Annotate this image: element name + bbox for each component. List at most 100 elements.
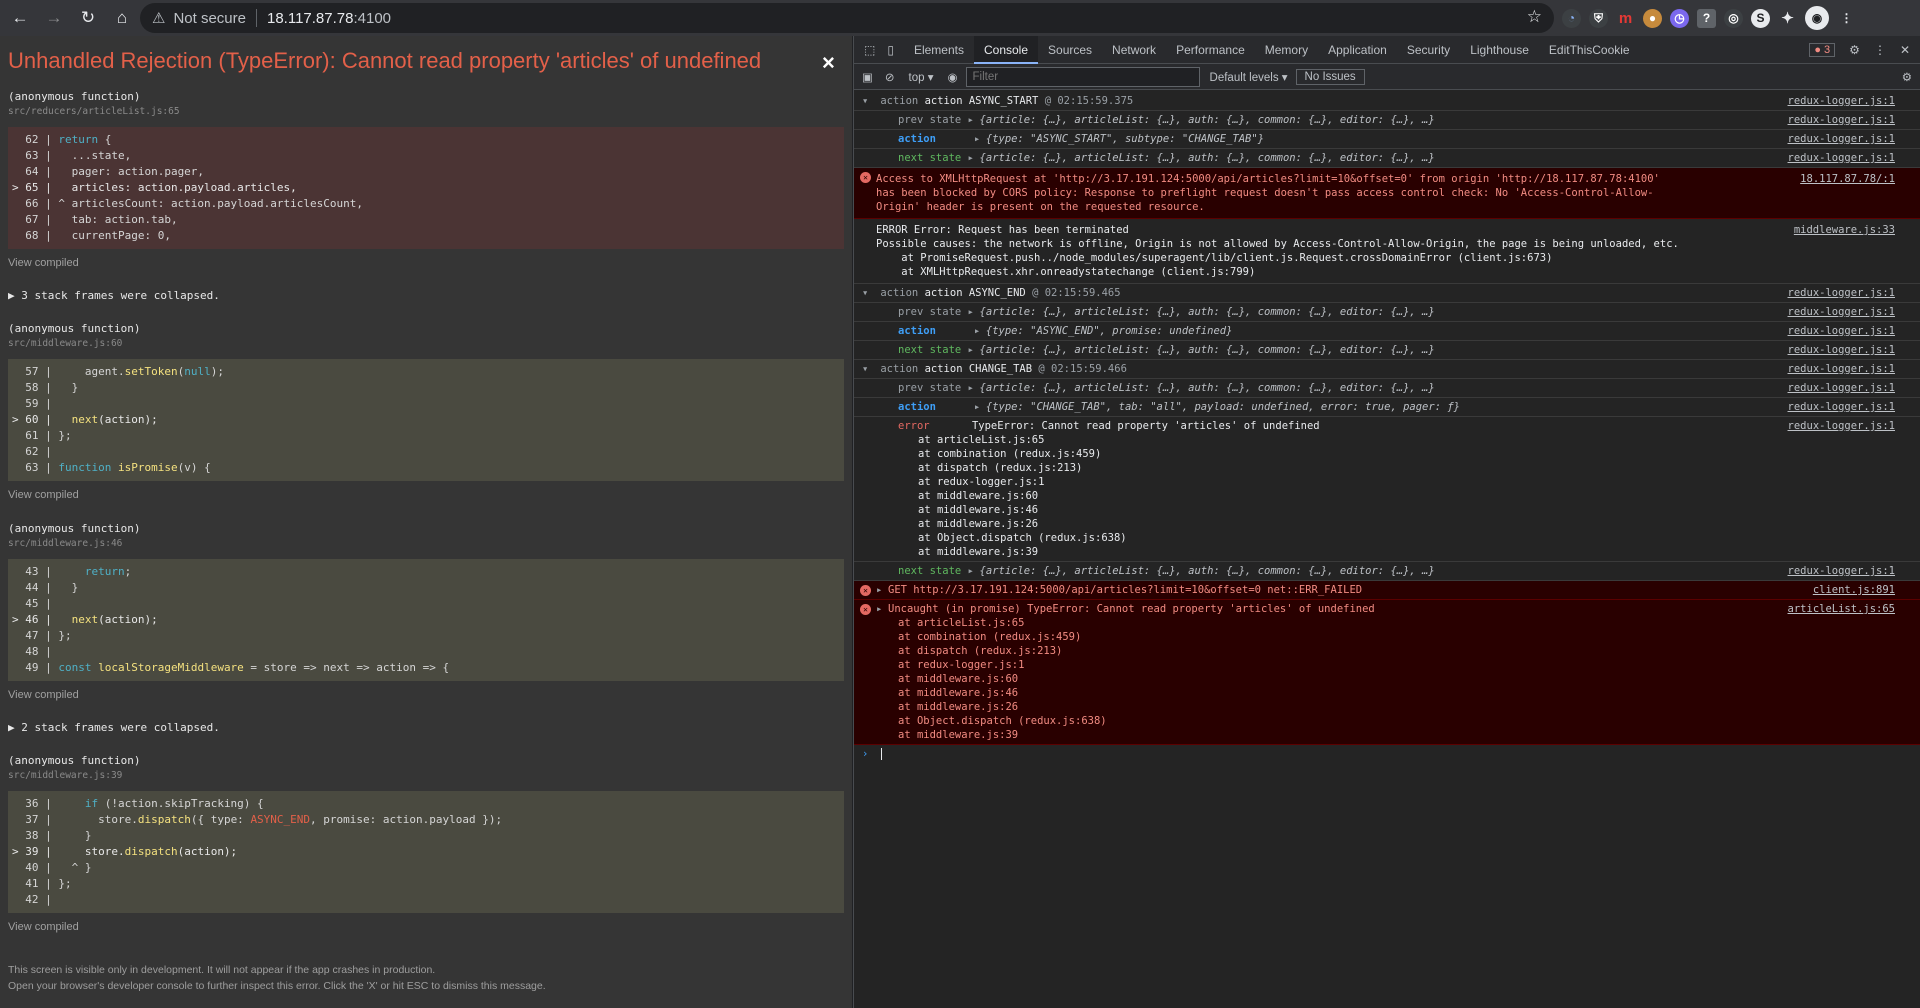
tab-editthiscookie[interactable]: EditThisCookie <box>1539 36 1640 64</box>
console-prompt[interactable]: › <box>854 745 1920 763</box>
object-preview[interactable]: {article: {…}, articleList: {…}, auth: {… <box>980 565 1435 577</box>
expand-triangle-icon[interactable]: ▸ <box>974 324 986 338</box>
stack-line[interactable]: at middleware.js:39 <box>898 728 1920 742</box>
stack-line[interactable]: at dispatch (redux.js:213) <box>898 644 1920 658</box>
stack-line[interactable]: at combination (redux.js:459) <box>918 447 1920 461</box>
frame-file[interactable]: src/reducers/articleList.js:65 <box>8 106 844 117</box>
stack-line[interactable]: at middleware.js:46 <box>918 503 1920 517</box>
collapsed-frames-toggle[interactable]: ▶ 2 stack frames were collapsed. <box>8 721 220 734</box>
source-link[interactable]: redux-logger.js:1 <box>1788 132 1895 146</box>
stack-line[interactable]: at middleware.js:46 <box>898 686 1920 700</box>
settings-icon[interactable]: ⚙ <box>1849 43 1860 57</box>
tab-console[interactable]: Console <box>973 35 1039 64</box>
extension-icon[interactable]: m <box>1616 9 1635 28</box>
source-link[interactable]: redux-logger.js:1 <box>1788 94 1895 108</box>
source-link[interactable]: redux-logger.js:1 <box>1788 343 1895 357</box>
tab-elements[interactable]: Elements <box>904 36 974 64</box>
source-link[interactable]: redux-logger.js:1 <box>1788 381 1895 395</box>
expand-triangle-icon[interactable]: ▸ <box>968 564 980 578</box>
expand-triangle-icon[interactable]: ▸ <box>876 583 888 597</box>
extension-icon[interactable]: ◷ <box>1670 8 1689 28</box>
tab-memory[interactable]: Memory <box>1255 36 1318 64</box>
source-link[interactable]: redux-logger.js:1 <box>1788 362 1895 376</box>
stack-line[interactable]: at redux-logger.js:1 <box>918 475 1920 489</box>
source-link[interactable]: redux-logger.js:1 <box>1788 419 1895 433</box>
error-count-badge[interactable]: ● 3 <box>1809 42 1836 57</box>
expand-triangle-icon[interactable]: ▸ <box>876 602 888 616</box>
view-compiled-link[interactable]: View compiled <box>8 257 844 269</box>
close-icon[interactable]: × <box>822 50 835 76</box>
sidebar-toggle-icon[interactable]: ▣ <box>862 70 873 84</box>
tab-security[interactable]: Security <box>1397 36 1460 64</box>
console-settings-icon[interactable]: ⚙ <box>1902 70 1912 84</box>
log-group-header[interactable]: ▾ action action ASYNC_END @ 02:15:59.465… <box>854 284 1920 303</box>
extension-icon[interactable]: S <box>1751 8 1770 28</box>
stack-line[interactable]: at redux-logger.js:1 <box>898 658 1920 672</box>
source-link[interactable]: redux-logger.js:1 <box>1788 564 1895 578</box>
filter-input[interactable] <box>965 66 1200 87</box>
expand-triangle-icon[interactable]: ▸ <box>968 381 980 395</box>
help-icon[interactable]: ? <box>1697 8 1716 28</box>
avatar[interactable]: ◉ <box>1805 6 1829 30</box>
device-toggle-icon[interactable]: ▯ <box>883 43 904 57</box>
more-icon[interactable]: ⋮ <box>1874 43 1886 57</box>
view-compiled-link[interactable]: View compiled <box>8 689 844 701</box>
stack-line[interactable]: at articleList.js:65 <box>898 616 1920 630</box>
stack-line[interactable]: at Object.dispatch (redux.js:638) <box>898 714 1920 728</box>
tab-application[interactable]: Application <box>1318 36 1397 64</box>
stack-line[interactable]: at dispatch (redux.js:213) <box>918 461 1920 475</box>
expand-triangle-icon[interactable]: ▸ <box>968 343 980 357</box>
source-link[interactable]: redux-logger.js:1 <box>1788 305 1895 319</box>
extension-icon[interactable]: ◔ <box>1562 8 1581 28</box>
levels-select[interactable]: Default levels ▾ <box>1210 70 1288 84</box>
home-icon[interactable]: ⌂ <box>108 4 136 32</box>
puzzle-icon[interactable]: ✦ <box>1778 9 1797 28</box>
source-link[interactable]: middleware.js:33 <box>1794 223 1895 237</box>
extension-icon[interactable]: ◎ <box>1724 8 1743 28</box>
source-link[interactable]: redux-logger.js:1 <box>1788 324 1895 338</box>
object-preview[interactable]: {article: {…}, articleList: {…}, auth: {… <box>980 152 1435 164</box>
log-group-header[interactable]: ▾ action action CHANGE_TAB @ 02:15:59.46… <box>854 360 1920 379</box>
object-preview[interactable]: {type: "ASYNC_END", promise: undefined} <box>986 325 1233 337</box>
collapse-triangle-icon[interactable]: ▾ <box>862 286 874 300</box>
tab-network[interactable]: Network <box>1102 36 1166 64</box>
context-select[interactable]: top ▾ <box>909 70 934 84</box>
frame-file[interactable]: src/middleware.js:46 <box>8 538 844 549</box>
extension-icon[interactable]: ⛨ <box>1589 8 1608 28</box>
source-link[interactable]: redux-logger.js:1 <box>1788 113 1895 127</box>
object-preview[interactable]: {type: "ASYNC_START", subtype: "CHANGE_T… <box>986 133 1264 145</box>
source-link[interactable]: redux-logger.js:1 <box>1788 400 1895 414</box>
close-devtools-icon[interactable]: ✕ <box>1900 43 1910 57</box>
log-group-header[interactable]: ▾ action action ASYNC_START @ 02:15:59.3… <box>854 92 1920 111</box>
stack-line[interactable]: at articleList.js:65 <box>918 433 1920 447</box>
expand-triangle-icon[interactable]: ▸ <box>974 400 986 414</box>
source-link[interactable]: redux-logger.js:1 <box>1788 286 1895 300</box>
view-compiled-link[interactable]: View compiled <box>8 489 844 501</box>
source-link[interactable]: redux-logger.js:1 <box>1788 151 1895 165</box>
tab-sources[interactable]: Sources <box>1038 36 1102 64</box>
stack-line[interactable]: at middleware.js:60 <box>918 489 1920 503</box>
stack-line[interactable]: at middleware.js:39 <box>918 545 1920 559</box>
object-preview[interactable]: {type: "CHANGE_TAB", tab: "all", payload… <box>986 401 1460 413</box>
stack-line[interactable]: at middleware.js:26 <box>918 517 1920 531</box>
object-preview[interactable]: {article: {…}, articleList: {…}, auth: {… <box>980 114 1435 126</box>
issues-button[interactable]: No Issues <box>1295 68 1365 85</box>
frame-file[interactable]: src/middleware.js:60 <box>8 338 844 349</box>
expand-triangle-icon[interactable]: ▸ <box>968 151 980 165</box>
address-bar[interactable]: ⚠ Not secure 18.117.87.78 :4100 ☆ <box>140 3 1554 33</box>
collapse-triangle-icon[interactable]: ▾ <box>862 362 874 376</box>
menu-icon[interactable]: ⋮ <box>1837 9 1856 28</box>
inspect-icon[interactable]: ⬚ <box>854 43 883 57</box>
view-compiled-link[interactable]: View compiled <box>8 921 844 933</box>
stack-line[interactable]: at middleware.js:60 <box>898 672 1920 686</box>
collapse-triangle-icon[interactable]: ▾ <box>862 94 874 108</box>
object-preview[interactable]: {article: {…}, articleList: {…}, auth: {… <box>980 344 1435 356</box>
reload-icon[interactable]: ↻ <box>74 4 102 32</box>
cookie-icon[interactable]: ● <box>1643 8 1662 28</box>
eye-icon[interactable]: ◉ <box>947 70 957 84</box>
stack-line[interactable]: at combination (redux.js:459) <box>898 630 1920 644</box>
forward-icon[interactable]: → <box>40 4 68 32</box>
source-link[interactable]: client.js:891 <box>1813 583 1895 597</box>
expand-triangle-icon[interactable]: ▸ <box>974 132 986 146</box>
bookmark-star-icon[interactable]: ☆ <box>1527 7 1542 27</box>
